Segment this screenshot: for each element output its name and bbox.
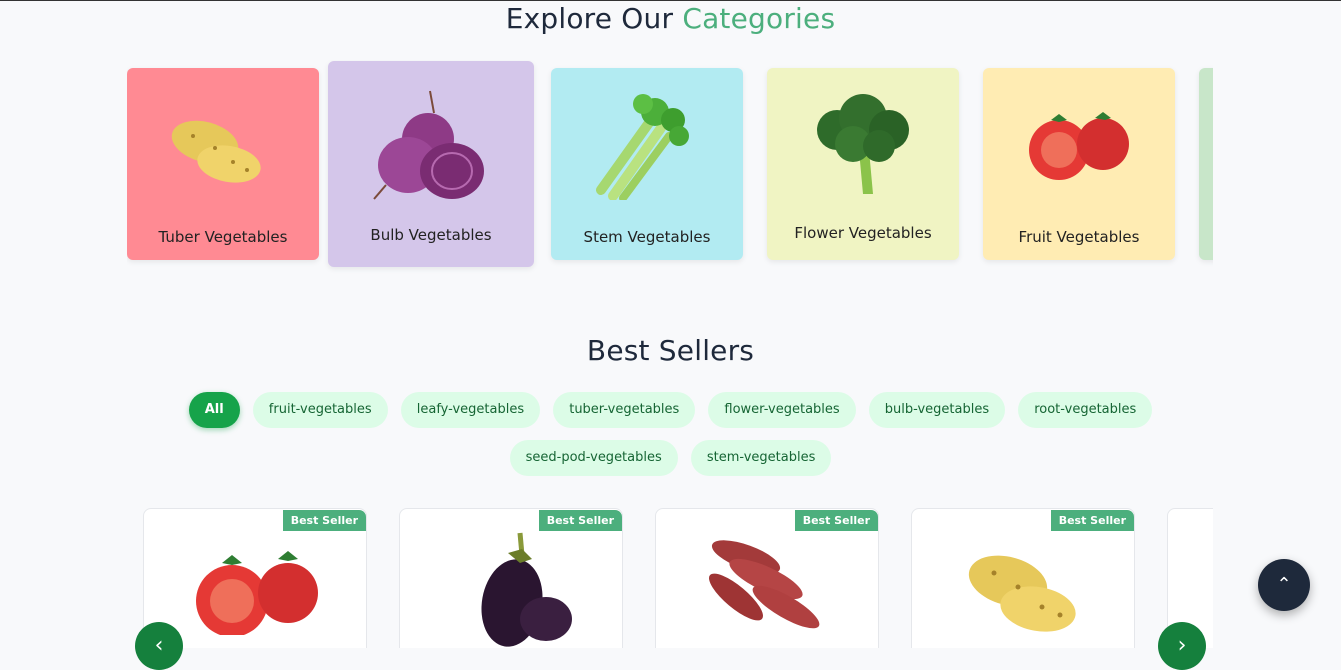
category-label: Flower Vegetables [794, 224, 932, 242]
product-card[interactable]: Best Seller [143, 508, 367, 648]
tomato-icon [1029, 112, 1129, 180]
category-card-tuber[interactable]: Tuber Vegetables [127, 68, 319, 260]
categories-heading: Explore Our Categories [0, 2, 1341, 35]
category-card-flower[interactable]: Flower Vegetables [767, 68, 959, 260]
filter-chip-stem[interactable]: stem-vegetables [690, 440, 832, 476]
filter-chip-tuber[interactable]: tuber-vegetables [553, 392, 696, 428]
scroll-to-top-button[interactable]: ⌃ [1258, 559, 1310, 611]
carousel-next-button[interactable]: › [1158, 622, 1206, 670]
category-card-stem[interactable]: Stem Vegetables [551, 68, 743, 260]
best-seller-badge: Best Seller [1050, 510, 1134, 531]
categories-heading-accent: Categories [682, 2, 836, 35]
best-seller-badge: Best Seller [282, 510, 366, 531]
celery-icon [596, 94, 689, 200]
product-card[interactable]: Best Seller [399, 508, 623, 648]
category-label: Fruit Vegetables [1018, 228, 1140, 246]
filter-chip-leafy[interactable]: leafy-vegetables [400, 392, 541, 428]
eggplant-icon [481, 532, 572, 647]
category-label: Bulb Vegetables [370, 226, 492, 244]
category-card-partial[interactable] [1199, 68, 1213, 260]
carousel-prev-button[interactable]: ‹ [135, 622, 183, 670]
best-seller-badge: Best Seller [538, 510, 622, 531]
products-carousel[interactable]: Best Seller Best Seller Best Seller Best… [143, 508, 1213, 648]
filter-row-2: seed-pod-vegetables stem-vegetables [0, 440, 1341, 476]
categories-carousel[interactable]: Tuber Vegetables Bulb Vegetables Stem Ve… [127, 60, 1213, 275]
category-card-fruit[interactable]: Fruit Vegetables [983, 68, 1175, 260]
filter-chip-all[interactable]: All [188, 392, 240, 428]
potato-icon [968, 555, 1076, 632]
broccoli-icon [817, 94, 909, 194]
tomato-icon [196, 551, 318, 635]
filter-row-1: All fruit-vegetables leafy-vegetables tu… [0, 392, 1341, 428]
filter-chip-root[interactable]: root-vegetables [1018, 392, 1153, 428]
onion-icon [373, 90, 484, 200]
categories-heading-prefix: Explore Our [505, 2, 674, 35]
product-card[interactable]: Best Seller [911, 508, 1135, 648]
category-card-bulb[interactable]: Bulb Vegetables [328, 61, 534, 267]
filter-chip-fruit[interactable]: fruit-vegetables [252, 392, 388, 428]
chevron-up-icon: ⌃ [1276, 574, 1292, 595]
sweet-potato-icon [709, 540, 820, 629]
best-sellers-heading: Best Sellers [586, 334, 755, 367]
category-label: Tuber Vegetables [158, 228, 288, 246]
filter-chip-seed-pod[interactable]: seed-pod-vegetables [509, 440, 678, 476]
filter-chip-flower[interactable]: flower-vegetables [708, 392, 856, 428]
potato-icon [171, 120, 261, 183]
product-card[interactable]: Best Seller [655, 508, 879, 648]
category-label: Stem Vegetables [583, 228, 711, 246]
filter-chip-bulb[interactable]: bulb-vegetables [868, 392, 1006, 428]
window-top-border [0, 0, 1341, 1]
